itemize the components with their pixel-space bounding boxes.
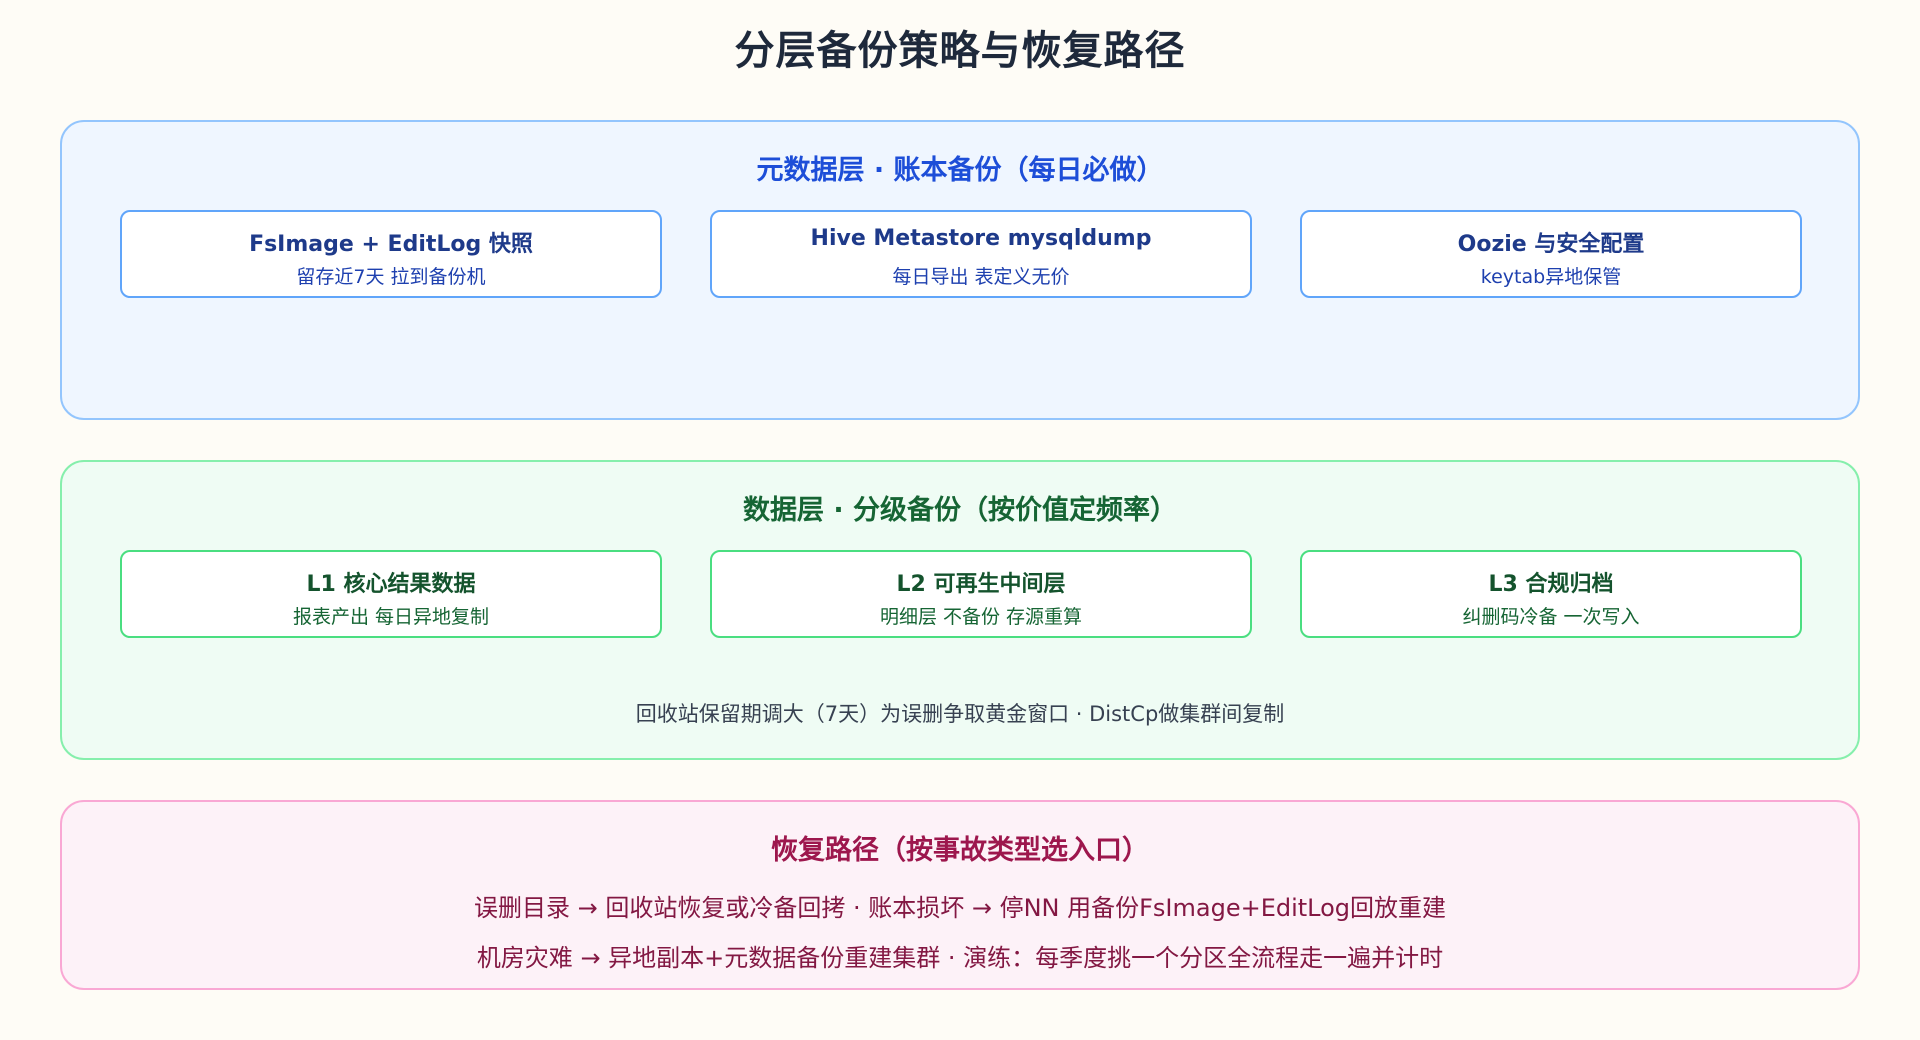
card-title: Oozie 与安全配置: [1457, 232, 1645, 257]
card-title: L2 可再生中间层: [896, 572, 1066, 597]
recovery-line-2: 机房灾难 → 异地副本+元数据备份重建集群 · 演练：每季度挑一个分区全流程走一…: [476, 944, 1444, 972]
data-layer-note: 回收站保留期调大（7天）为误删争取黄金窗口 · DistCp做集群间复制: [635, 702, 1285, 726]
oozie-security-card: Oozie 与安全配置 keytab异地保管: [1300, 210, 1802, 298]
metadata-layer-title: 元数据层 · 账本备份（每日必做）: [756, 155, 1164, 186]
fsimage-editlog-card: FsImage + EditLog 快照 留存近7天 拉到备份机: [120, 210, 662, 298]
card-subtitle: 每日导出 表定义无价: [892, 266, 1070, 288]
l3-archive-card: L3 合规归档 纠删码冷备 一次写入: [1300, 550, 1802, 638]
card-subtitle: 报表产出 每日异地复制: [292, 606, 490, 628]
card-title: L3 合规归档: [1488, 572, 1614, 597]
metadata-layer-panel: 元数据层 · 账本备份（每日必做） FsImage + EditLog 快照 留…: [60, 120, 1860, 420]
diagram-canvas: 分层备份策略与恢复路径 元数据层 · 账本备份（每日必做） FsImage + …: [0, 0, 1920, 1040]
card-title: Hive Metastore mysqldump: [810, 226, 1152, 251]
card-title: L1 核心结果数据: [306, 572, 476, 597]
card-subtitle: 纠删码冷备 一次写入: [1462, 606, 1640, 628]
recovery-panel: 恢复路径（按事故类型选入口） 误删目录 → 回收站恢复或冷备回拷 · 账本损坏 …: [60, 800, 1860, 990]
card-subtitle: 明细层 不备份 存源重算: [879, 606, 1083, 628]
recovery-line-1: 误删目录 → 回收站恢复或冷备回拷 · 账本损坏 → 停NN 用备份FsImag…: [473, 894, 1447, 922]
card-title: FsImage + EditLog 快照: [249, 232, 533, 257]
data-layer-panel: 数据层 · 分级备份（按价值定频率） L1 核心结果数据 报表产出 每日异地复制…: [60, 460, 1860, 760]
data-layer-title: 数据层 · 分级备份（按价值定频率）: [742, 495, 1178, 526]
recovery-title: 恢复路径（按事故类型选入口）: [771, 835, 1149, 866]
l2-intermediate-card: L2 可再生中间层 明细层 不备份 存源重算: [710, 550, 1252, 638]
card-subtitle: keytab异地保管: [1480, 266, 1622, 288]
l1-core-data-card: L1 核心结果数据 报表产出 每日异地复制: [120, 550, 662, 638]
page-title: 分层备份策略与恢复路径: [734, 28, 1186, 74]
hive-metastore-card: Hive Metastore mysqldump 每日导出 表定义无价: [710, 210, 1252, 298]
card-subtitle: 留存近7天 拉到备份机: [296, 266, 486, 288]
